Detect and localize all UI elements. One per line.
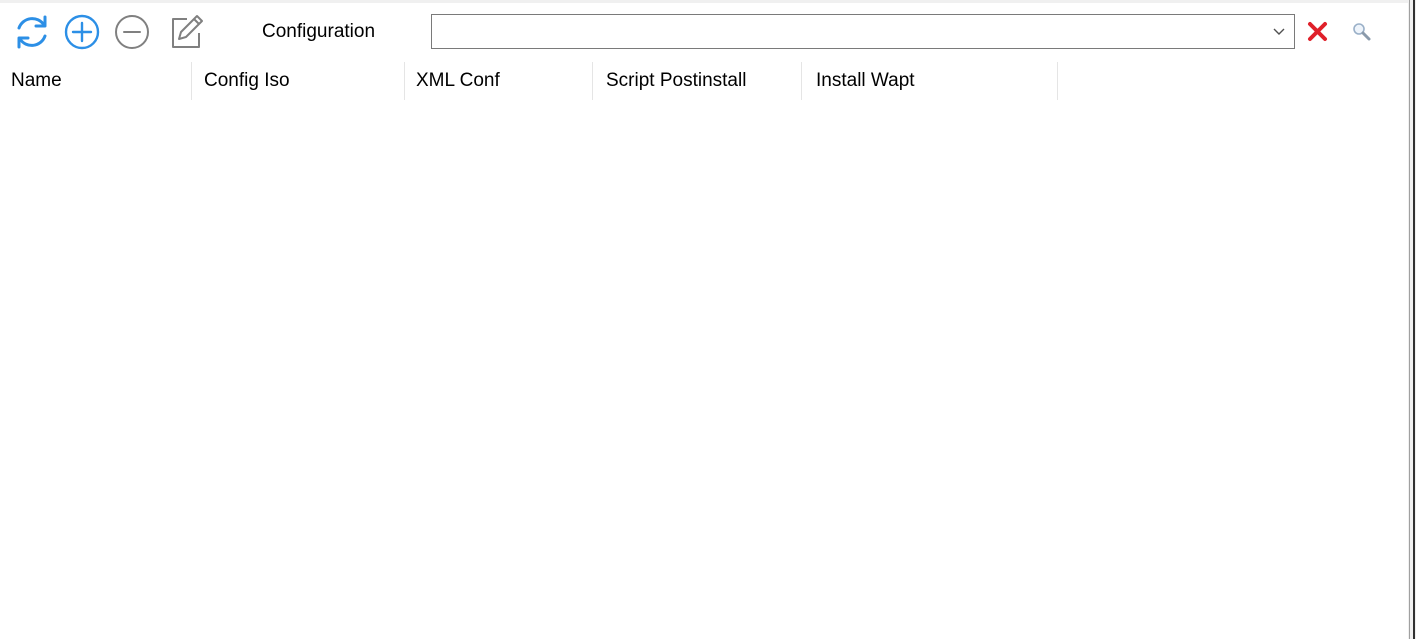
column-header-config-iso[interactable]: Config Iso [192,62,405,100]
remove-button[interactable] [110,10,154,54]
configuration-window: Configuration Name Config Iso XML Conf S… [0,0,1416,639]
configurations-grid[interactable]: Name Config Iso XML Conf Script Postinst… [0,62,1406,639]
edit-icon [172,15,203,48]
refresh-button[interactable] [10,10,54,54]
grid-header: Name Config Iso XML Conf Script Postinst… [0,62,1060,100]
toolbar: Configuration [0,0,1406,62]
chevron-down-icon[interactable] [1272,26,1286,38]
clear-button[interactable] [1306,20,1330,44]
add-button[interactable] [60,10,104,54]
edit-button[interactable] [164,10,208,54]
refresh-icon [17,15,47,49]
search-button[interactable] [1350,20,1374,44]
plus-circle-icon [64,14,100,50]
minus-circle-icon [115,15,149,49]
column-header-name[interactable]: Name [0,62,192,100]
configuration-input[interactable] [436,19,1260,47]
magnifier-icon [1353,23,1371,41]
grid-body[interactable] [0,100,1406,639]
configuration-combobox[interactable] [431,14,1295,49]
window-right-border [1408,0,1416,639]
column-header-script-postinstall[interactable]: Script Postinstall [593,62,802,100]
configuration-label: Configuration [262,21,376,42]
clear-x-icon [1308,22,1327,41]
column-header-install-wapt[interactable]: Install Wapt [802,62,1058,100]
column-header-xml-conf[interactable]: XML Conf [405,62,593,100]
